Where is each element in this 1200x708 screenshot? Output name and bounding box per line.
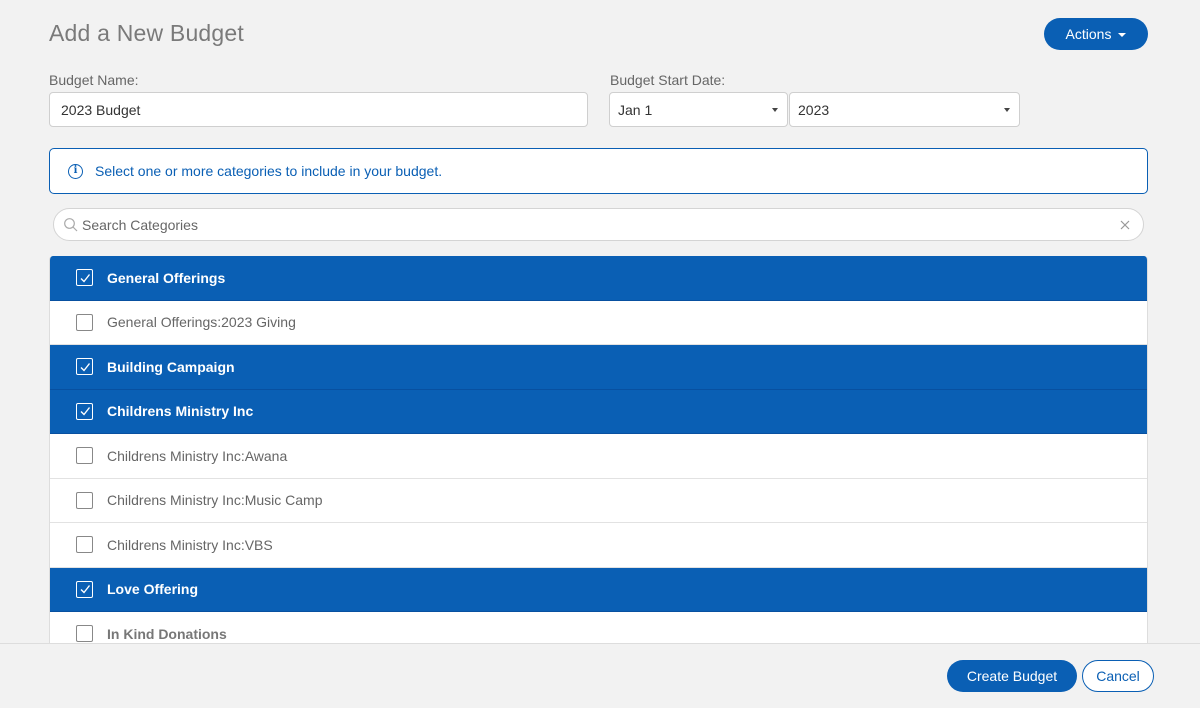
close-icon[interactable] [1119,219,1131,231]
category-row[interactable]: In Kind Donations [50,612,1147,643]
category-row[interactable]: Childrens Ministry Inc:Music Camp [50,478,1147,523]
start-year-value: 2023 [798,101,830,118]
category-list: General Offerings General Offerings:2023 … [49,256,1148,643]
create-budget-button[interactable]: Create Budget [947,660,1077,692]
category-label: Childrens Ministry Inc:Music Camp [107,492,323,509]
start-day-select[interactable]: Jan 1 [609,92,788,127]
category-label: Childrens Ministry Inc:VBS [107,536,273,553]
category-label: General Offerings:2023 Giving [107,314,296,331]
category-label: In Kind Donations [107,625,227,642]
category-row[interactable]: General Offerings [50,256,1147,301]
start-day-value: Jan 1 [618,101,653,118]
checkbox-icon[interactable] [76,447,93,465]
category-label: Childrens Ministry Inc:Awana [107,447,288,464]
checkbox-icon[interactable] [76,536,93,554]
start-date-label: Budget Start Date: [610,72,726,88]
cancel-button[interactable]: Cancel [1082,660,1154,692]
search-icon [64,217,78,231]
category-row[interactable]: Childrens Ministry Inc:Awana [50,434,1147,479]
category-label: Love Offering [107,581,199,598]
checkbox-checked-icon[interactable] [76,269,93,287]
caret-down-icon [772,107,778,112]
category-row[interactable]: Love Offering [50,567,1147,612]
checkbox-checked-icon[interactable] [76,358,93,376]
start-year-select[interactable]: 2023 [789,92,1020,127]
info-banner: i Select one or more categories to inclu… [49,148,1148,194]
budget-name-input[interactable] [49,92,588,127]
page-title: Add a New Budget [49,20,244,46]
checkbox-checked-icon[interactable] [76,402,93,420]
category-label: General Offerings [107,269,226,286]
info-message: Select one or more categories to include… [95,163,443,179]
category-label: Building Campaign [107,358,235,375]
caret-down-icon [1118,32,1127,37]
category-label: Childrens Ministry Inc [107,403,254,420]
category-row[interactable]: Building Campaign [50,345,1147,390]
checkbox-icon[interactable] [76,491,93,509]
category-row[interactable]: Childrens Ministry Inc [50,389,1147,434]
search-input[interactable] [82,216,1119,233]
actions-button-label: Actions [1065,26,1112,42]
search-bar [53,208,1144,241]
category-row[interactable]: Childrens Ministry Inc:VBS [50,523,1147,568]
checkbox-checked-icon[interactable] [76,580,93,598]
info-icon: i [68,163,83,179]
actions-button[interactable]: Actions [1044,18,1148,50]
budget-name-label: Budget Name: [49,72,139,88]
caret-down-icon [1004,107,1010,112]
checkbox-icon[interactable] [76,313,93,331]
category-row[interactable]: General Offerings:2023 Giving [50,300,1147,345]
checkbox-icon[interactable] [76,625,93,643]
